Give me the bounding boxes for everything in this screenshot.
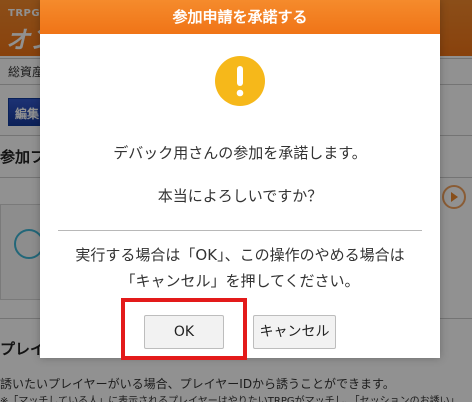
ok-button[interactable]: OK: [144, 315, 224, 349]
warning-exclamation-icon: [215, 56, 265, 106]
dialog-divider: [58, 230, 422, 231]
confirmation-message: 本当によろしいですか？: [157, 187, 323, 205]
cancel-button[interactable]: キャンセル: [253, 315, 336, 349]
screen: TRPG オン 総資産 編集 参加フ プレイ 誘いたいプレイヤーがいる場合、プレ…: [0, 0, 472, 402]
dialog-title: 参加申請を承諾する: [40, 0, 440, 34]
approval-dialog: 参加申請を承諾する デバック用さんの参加を承諾します。 本当によろしいですか？ …: [40, 0, 440, 358]
approval-message: デバック用さんの参加を承諾します。: [113, 144, 367, 162]
instruction-message-1: 実行する場合は「OK」、この操作のやめる場合は: [75, 246, 405, 264]
instruction-message-2: 「キャンセル」を押してください。: [120, 272, 360, 290]
